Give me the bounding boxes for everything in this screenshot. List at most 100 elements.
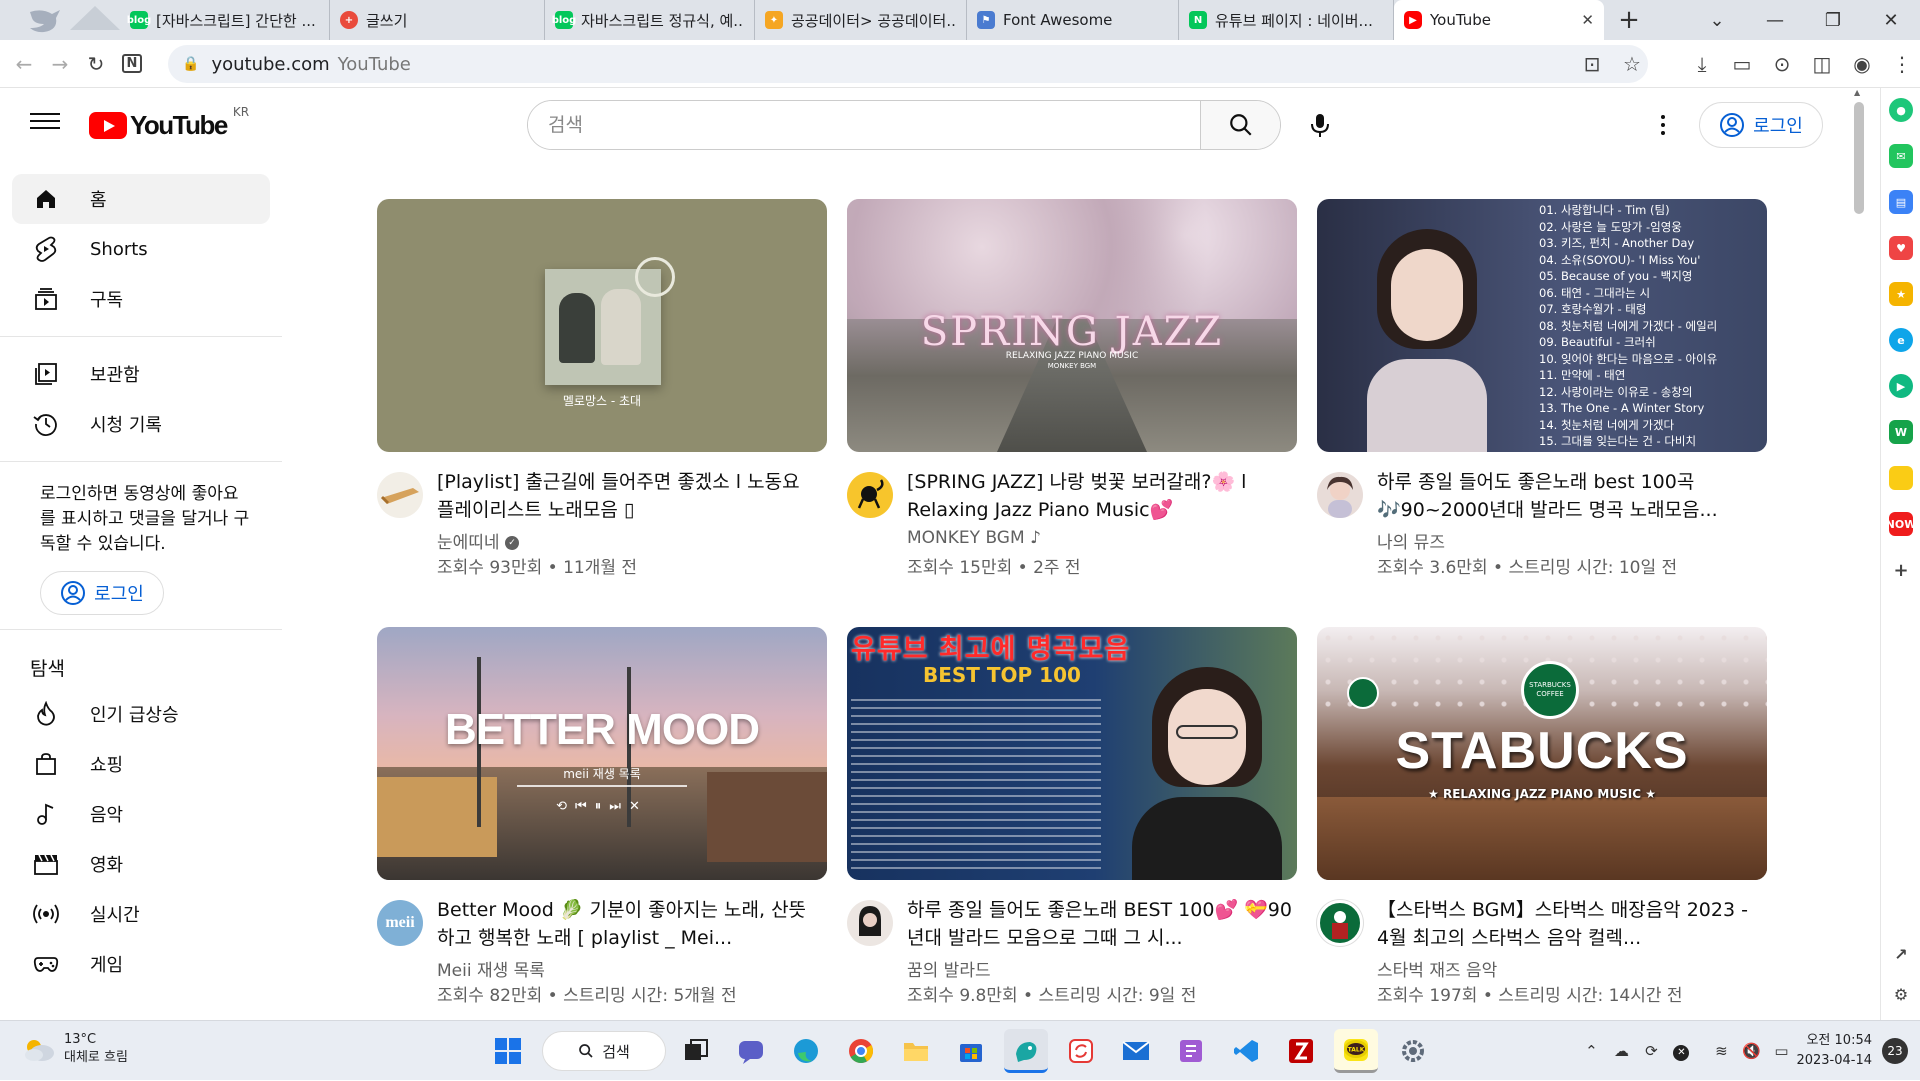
calendar-app-icon[interactable]: ▤ xyxy=(1889,190,1913,214)
video-thumbnail[interactable]: BETTER MOOD meii 재생 목록 ⟲⏮⏸⏭✕ xyxy=(377,627,827,880)
capture-icon[interactable]: ▭ xyxy=(1724,52,1760,76)
play-app-icon[interactable]: ▶ xyxy=(1889,374,1913,398)
sidebar-item-live[interactable]: 실시간 xyxy=(12,889,270,939)
sync-app-icon[interactable] xyxy=(1063,1033,1099,1069)
sidebar-signin-button[interactable]: 로그인 xyxy=(40,571,164,615)
voice-search-button[interactable] xyxy=(1297,102,1343,148)
video-card[interactable]: 유튜브 최고에 명곡모음 BEST TOP 100 하루 종일 들어도 좋은노래… xyxy=(847,627,1297,1006)
sidebar-item-shorts[interactable]: Shorts xyxy=(12,224,270,274)
filezilla-icon[interactable] xyxy=(1283,1033,1319,1069)
chat-app-icon[interactable]: ✉ xyxy=(1889,144,1913,168)
browser-tab[interactable]: ✦ 공공데이터> 공공데이터... xyxy=(755,0,967,40)
chrome-browser-icon[interactable] xyxy=(843,1033,879,1069)
kakaotalk-icon[interactable]: TALK xyxy=(1334,1029,1378,1073)
channel-name[interactable]: MONKEY BGM ♪ xyxy=(907,528,1041,548)
sidebar-item-home[interactable]: 홈 xyxy=(12,174,270,224)
notification-badge[interactable]: 23 xyxy=(1882,1038,1908,1064)
app-close-tray-icon[interactable]: ✕ xyxy=(1666,1041,1696,1061)
channel-name[interactable]: 눈에띠네 ✓ xyxy=(437,528,519,553)
youtube-logo[interactable]: YouTube KR xyxy=(89,105,249,141)
channel-avatar[interactable] xyxy=(1317,900,1363,946)
reload-icon[interactable]: ↻ xyxy=(78,46,114,82)
teams-chat-icon[interactable] xyxy=(733,1033,769,1069)
volume-muted-icon[interactable]: 🔇 xyxy=(1736,1042,1766,1060)
favorites-app-icon[interactable]: ★ xyxy=(1889,282,1913,306)
video-title[interactable]: [Playlist] 출근길에 들어주면 좋겠소 l 노동요 플레이리스트 노래… xyxy=(437,468,822,524)
add-app-icon[interactable]: + xyxy=(1889,558,1913,582)
notion-extension-icon[interactable]: N xyxy=(114,46,150,82)
video-card[interactable]: STARBUCKS COFFEE STABUCKS ★ RELAXING JAZ… xyxy=(1317,627,1767,1006)
video-title[interactable]: 하루 종일 들어도 좋은노래 best 100곡 🎶90~2000년대 발라드 … xyxy=(1377,468,1762,524)
download-icon[interactable]: ⤓ xyxy=(1684,52,1720,76)
now-app-icon[interactable]: NOW xyxy=(1886,512,1916,536)
channel-avatar[interactable] xyxy=(847,472,893,518)
lock-icon[interactable]: 🔒 xyxy=(182,56,199,72)
browser-tab[interactable]: + 글쓰기 xyxy=(330,0,545,40)
webtoon-app-icon[interactable]: W xyxy=(1889,420,1913,444)
video-card[interactable]: SPRING JAZZ RELAXING JAZZ PIANO MUSIC MO… xyxy=(847,199,1297,578)
sidebar-item-music[interactable]: 음악 xyxy=(12,789,270,839)
video-title[interactable]: Better Mood 🥬 기분이 좋아지는 노래, 산뜻하고 행복한 노래 [… xyxy=(437,896,822,952)
channel-avatar[interactable]: meii xyxy=(377,900,423,946)
battery-icon[interactable]: ▭ xyxy=(1766,1042,1796,1060)
screenshot-icon[interactable]: ⊙ xyxy=(1764,52,1800,76)
file-explorer-icon[interactable] xyxy=(898,1033,934,1069)
channel-avatar[interactable] xyxy=(1317,472,1363,518)
browser-tab[interactable]: ⚑ Font Awesome xyxy=(967,0,1179,40)
mail-app-icon[interactable] xyxy=(1118,1033,1154,1069)
video-card[interactable]: 01. 사랑합니다 - Tim (팀) 02. 사랑은 늘 도망가 -임영웅 0… xyxy=(1317,199,1767,578)
browser-tab[interactable]: blog [자바스크립트] 간단한 ... xyxy=(120,0,330,40)
browser-tab[interactable]: blog 자바스크립트 정규식, 예... xyxy=(545,0,755,40)
video-card[interactable]: 멜로망스 - 초대 [Playlist] 출근길에 들어주면 좋겠소 l 노동요… xyxy=(377,199,827,578)
hamburger-menu-icon[interactable] xyxy=(30,108,60,138)
video-thumbnail[interactable]: STARBUCKS COFFEE STABUCKS ★ RELAXING JAZ… xyxy=(1317,627,1767,880)
forward-icon[interactable]: → xyxy=(42,46,78,82)
system-clock[interactable]: 오전 10:54 2023-04-14 xyxy=(1796,1031,1872,1071)
channel-name[interactable]: 꿈의 발라드 xyxy=(907,956,991,981)
scrollbar-thumb[interactable] xyxy=(1854,102,1864,214)
whale-browser-icon[interactable] xyxy=(1004,1029,1048,1073)
split-view-icon[interactable]: ◫ xyxy=(1804,52,1840,76)
sidebar-item-gaming[interactable]: 게임 xyxy=(12,939,270,989)
taskbar-search[interactable]: 검색 xyxy=(542,1031,666,1071)
video-thumbnail[interactable]: SPRING JAZZ RELAXING JAZZ PIANO MUSIC MO… xyxy=(847,199,1297,452)
profile-icon[interactable]: ◉ xyxy=(1844,52,1880,76)
channel-name[interactable]: Meii 재생 목록 xyxy=(437,956,545,981)
video-thumbnail[interactable]: 멜로망스 - 초대 xyxy=(377,199,827,452)
tab-search-icon[interactable]: ⌄ xyxy=(1688,10,1746,31)
search-input[interactable] xyxy=(528,101,1200,149)
edge-app-icon[interactable]: e xyxy=(1889,328,1913,352)
back-icon[interactable]: ← xyxy=(6,46,42,82)
browser-tab[interactable]: N 유튜브 페이지 : 네이버... xyxy=(1179,0,1394,40)
bookmark-star-icon[interactable]: ☆ xyxy=(1614,52,1650,76)
video-thumbnail[interactable]: 01. 사랑합니다 - Tim (팀) 02. 사랑은 늘 도망가 -임영웅 0… xyxy=(1317,199,1767,452)
close-tab-icon[interactable]: ✕ xyxy=(1581,11,1594,29)
channel-avatar[interactable] xyxy=(377,472,423,518)
pocket-app-icon[interactable]: ♥ xyxy=(1889,236,1913,260)
channel-name[interactable]: 스타벅 재즈 음악 xyxy=(1377,956,1497,981)
video-title[interactable]: 【스타벅스 BGM】스타벅스 매장음악 2023 - 4월 최고의 스타벅스 음… xyxy=(1377,896,1762,952)
video-title[interactable]: [SPRING JAZZ] 나랑 벚꽃 보러갈래?🌸 l Relaxing Ja… xyxy=(907,468,1292,524)
restore-icon[interactable]: ❐ xyxy=(1804,10,1862,31)
sidebar-item-subscriptions[interactable]: 구독 xyxy=(12,274,270,324)
sidebar-item-shopping[interactable]: 쇼핑 xyxy=(12,739,270,789)
windows-start-icon[interactable] xyxy=(490,1033,526,1069)
settings-gear-icon[interactable] xyxy=(1395,1033,1431,1069)
video-title[interactable]: 하루 종일 들어도 좋은노래 BEST 100💕 💝90년대 발라드 모음으로 … xyxy=(907,896,1292,952)
task-view-icon[interactable] xyxy=(678,1033,714,1069)
minimize-icon[interactable]: — xyxy=(1746,10,1804,31)
install-app-icon[interactable]: ⊡ xyxy=(1574,52,1610,76)
new-tab-button[interactable]: + xyxy=(1604,5,1654,35)
sidebar-item-movies[interactable]: 영화 xyxy=(12,839,270,889)
channel-avatar[interactable] xyxy=(847,900,893,946)
search-button[interactable] xyxy=(1200,101,1280,149)
browser-menu-icon[interactable]: ⋮ xyxy=(1884,52,1920,76)
wifi-icon[interactable]: ≋ xyxy=(1706,1042,1736,1060)
page-scrollbar[interactable]: ▲ xyxy=(1842,88,1880,1020)
side-app-icon[interactable]: ● xyxy=(1889,98,1913,122)
weather-widget[interactable]: 13°C 대체로 흐림 xyxy=(22,1031,128,1067)
microsoft-store-icon[interactable] xyxy=(953,1033,989,1069)
onenote-app-icon[interactable] xyxy=(1173,1033,1209,1069)
edge-browser-icon[interactable] xyxy=(788,1033,824,1069)
browser-tab-active[interactable]: ▶ YouTube ✕ xyxy=(1394,0,1604,40)
